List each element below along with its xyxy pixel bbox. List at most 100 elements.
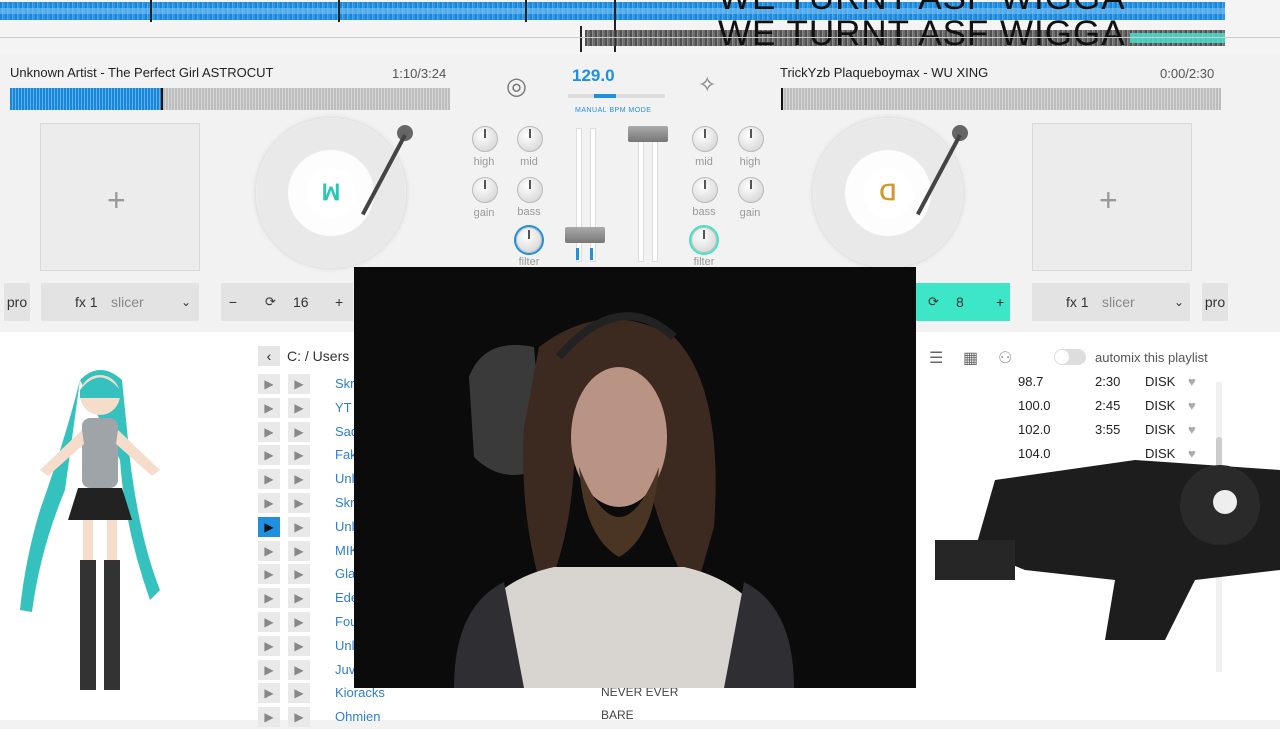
play-deck-a-icon[interactable]: ▶ [258,588,280,609]
play-deck-b-icon[interactable]: ▶ [288,469,310,490]
pitch-bar[interactable] [568,94,665,98]
play-deck-a-icon[interactable]: ▶ [258,612,280,632]
play-deck-a-icon[interactable]: ▶ [258,374,280,394]
track-source: DISK [1145,422,1176,437]
knob-right-gain[interactable] [738,177,764,203]
deck-left-mini-waveform[interactable] [10,88,450,110]
loop-icon: ⟳ [265,294,276,309]
play-deck-a-icon[interactable]: ▶ [258,659,280,680]
play-deck-a-icon[interactable]: ▶ [258,683,280,704]
breadcrumb[interactable]: C: / Users [287,348,349,364]
deck-right-platter[interactable]: ᗡ [813,118,963,268]
knob-right-filter[interactable] [691,227,717,253]
fx-selector-left[interactable]: fx 1 slicer ⌄ [41,283,199,321]
channel-fader-right[interactable] [628,126,668,142]
track-meta-row[interactable]: 98.7 2:30 DISK ♥ [1010,374,1210,396]
play-deck-b-icon[interactable]: ▶ [288,540,310,561]
users-icon[interactable]: ⚇ [998,348,1012,368]
play-deck-b-icon[interactable]: ▶ [288,445,310,466]
fx-type: slicer [1102,294,1135,310]
play-deck-a-icon[interactable]: ▶ [258,635,280,656]
play-deck-b-icon[interactable]: ▶ [288,516,310,537]
loop-length[interactable]: 8 [956,283,964,321]
play-deck-a-icon[interactable]: ▶ [258,540,280,561]
disc-label: ꟽ [306,168,356,218]
loop-control-right: ⟳ 8 + [916,283,1010,321]
list-view-icon[interactable]: ☰ [929,348,943,368]
play-deck-b-icon[interactable]: ▶ [288,493,310,513]
knob-left-gain[interactable] [472,177,498,203]
track-row[interactable]: ▶ ▶ Ohmien [258,707,381,729]
heart-icon[interactable]: ♥ [1188,374,1196,389]
deck-left-pad[interactable]: + [40,123,200,271]
track-meta-row[interactable]: 100.0 2:45 DISK ♥ [1010,398,1210,420]
track-length: 3:55 [1095,422,1121,437]
play-deck-a-icon[interactable]: ▶ [258,469,280,490]
knob-label: gain [739,207,761,219]
loop-plus-button[interactable]: + [335,283,343,321]
play-deck-b-icon[interactable]: ▶ [288,421,310,442]
heart-icon[interactable]: ♥ [1188,422,1196,437]
loop-length[interactable]: 16 [293,283,309,321]
loop-icon: ⟳ [928,294,939,309]
channel-fader-right-track2 [652,128,658,262]
fx-label: fx 1 [1066,294,1089,310]
overview-waveform[interactable]: WE TURNT ASF WIGGA WE TURNT ASF WIGGA [0,0,1280,54]
beat-marker [580,26,582,52]
play-deck-a-icon[interactable]: ▶ [258,445,280,466]
play-deck-a-icon[interactable]: ▶ [258,421,280,442]
play-deck-a-icon[interactable]: ▶ [258,493,280,513]
track-artist: Skr [335,376,355,391]
track-artist: Unl [335,518,355,534]
deck-left-time: 1:10/3:24 [392,66,447,81]
knob-left-high[interactable] [472,126,498,152]
play-deck-b-icon[interactable]: ▶ [288,397,310,418]
deck-right-pad[interactable]: + [1032,123,1192,271]
knob-left-mid[interactable] [517,126,543,152]
play-deck-b-icon[interactable]: ▶ [288,635,310,656]
play-deck-b-icon[interactable]: ▶ [288,564,310,585]
track-length: 2:45 [1095,398,1121,413]
track-artist: Gla [335,566,356,582]
knob-left-filter[interactable] [516,227,542,253]
playhead [161,88,163,110]
pro-button-right[interactable]: pro [1202,283,1228,321]
deck-left-platter[interactable]: ꟽ [256,118,406,268]
play-deck-b-icon[interactable]: ▶ [288,683,310,704]
back-chevron-icon[interactable]: ‹ [258,346,280,366]
play-deck-a-icon[interactable]: ▶ [258,516,280,537]
bpm-display[interactable]: 129.0 [572,66,615,86]
loop-plus-button[interactable]: + [996,283,1004,321]
play-deck-b-icon[interactable]: ▶ [288,612,310,632]
track-artist: Skr [335,495,355,510]
play-deck-a-icon[interactable]: ▶ [258,397,280,418]
play-deck-b-icon[interactable]: ▶ [288,588,310,609]
fx-selector-right[interactable]: fx 1 slicer ⌄ [1032,283,1190,321]
deck-right-mini-waveform[interactable] [781,88,1221,110]
grid-view-icon[interactable]: ▦ [963,348,978,368]
play-deck-b-icon[interactable]: ▶ [288,374,310,394]
channel-fader-right-track[interactable] [638,128,644,262]
automix-toggle[interactable] [1054,349,1086,365]
play-deck-b-icon[interactable]: ▶ [288,707,310,728]
overlay-caption: WE TURNT ASF WIGGA [718,14,1126,53]
sync-globe-icon[interactable]: ◎ [506,72,527,101]
track-artist: Ohmien [335,709,381,725]
bpm-mode-label: MANUAL BPM MODE [575,107,652,114]
party-popper-icon[interactable]: ✧ [698,72,716,98]
knob-right-mid[interactable] [692,126,718,152]
loop-minus-button[interactable]: − [225,283,241,321]
play-deck-a-icon[interactable]: ▶ [258,564,280,585]
played-portion [10,88,162,110]
heart-icon[interactable]: ♥ [1188,398,1196,413]
streamer-video [354,267,916,688]
play-deck-a-icon[interactable]: ▶ [258,707,280,728]
knob-left-bass[interactable] [517,177,543,203]
play-deck-b-icon[interactable]: ▶ [288,659,310,680]
knob-right-high[interactable] [738,126,764,152]
beat-marker [338,0,340,22]
channel-fader-left[interactable] [565,227,605,243]
pro-button-left[interactable]: pro [4,283,30,321]
chevron-down-icon: ⌄ [1174,295,1185,309]
knob-right-bass[interactable] [692,177,718,203]
